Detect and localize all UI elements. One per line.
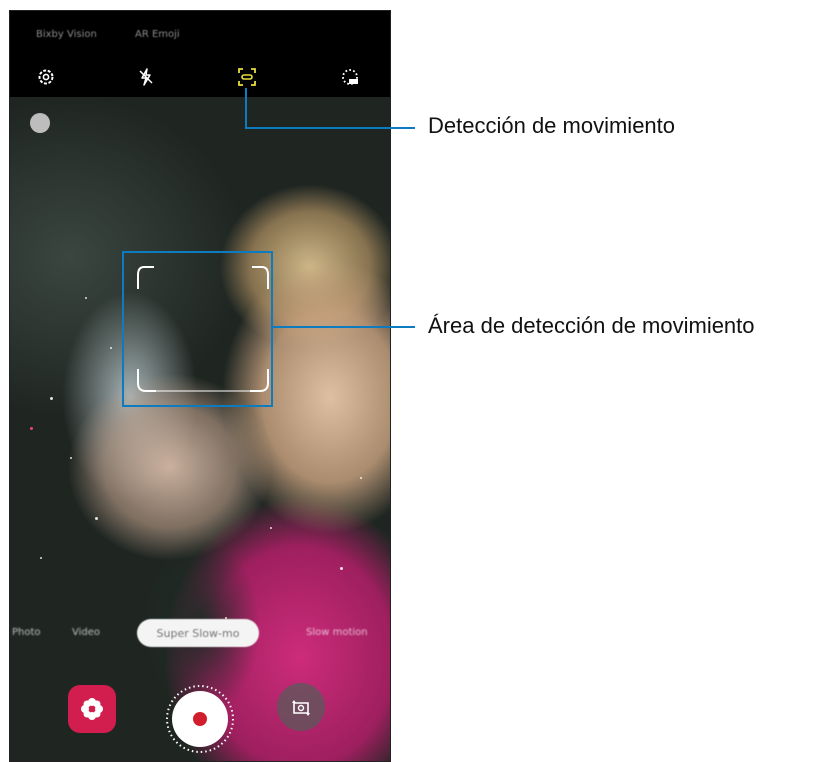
detection-area-highlight: [122, 251, 273, 407]
flower-icon: [81, 698, 103, 720]
detection-area-leader: [271, 326, 415, 328]
flash-off-icon[interactable]: [134, 65, 158, 89]
motion-detection-highlight: [234, 60, 258, 88]
lens-toggle-button[interactable]: [30, 113, 50, 133]
settings-gear-icon[interactable]: [34, 65, 58, 89]
detection-area-callout: Área de detección de movimiento: [428, 313, 755, 338]
mode-video[interactable]: Video: [72, 627, 100, 638]
mode-photo[interactable]: Photo: [12, 627, 41, 638]
motion-detection-leader-vertical: [245, 88, 247, 128]
switch-camera-icon: [292, 700, 310, 716]
mode-bixby-vision[interactable]: Bixby Vision: [36, 29, 97, 40]
slow-motion-timer-icon[interactable]: [338, 65, 362, 89]
mode-super-slow-mo[interactable]: Super Slow-mo: [137, 619, 259, 647]
switch-camera-button[interactable]: [277, 683, 325, 731]
motion-detection-callout: Detección de movimiento: [428, 113, 676, 138]
motion-detection-leader: [245, 127, 415, 129]
record-button[interactable]: [165, 684, 235, 754]
mode-ar-emoji[interactable]: AR Emoji: [135, 29, 180, 40]
camera-viewfinder[interactable]: [10, 97, 390, 761]
camera-top-bar: Bixby Vision AR Emoji: [10, 11, 390, 97]
mode-selector[interactable]: Photo Video Super Slow-mo Slow motion: [10, 619, 390, 647]
gallery-button[interactable]: [68, 685, 116, 733]
mode-slow-motion[interactable]: Slow motion: [306, 627, 368, 638]
